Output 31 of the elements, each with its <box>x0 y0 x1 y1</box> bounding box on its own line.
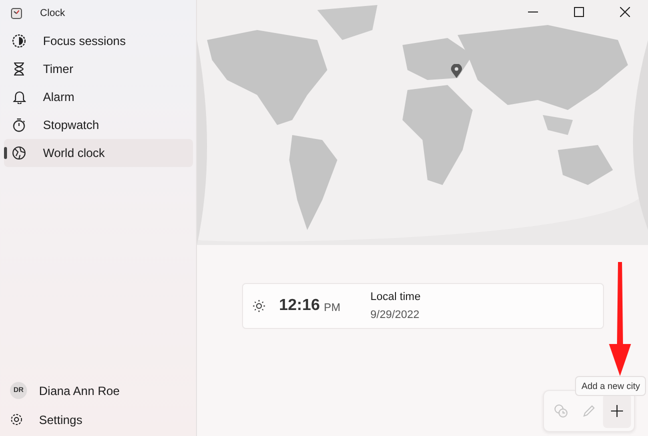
city-time: 12:16 <box>279 297 320 315</box>
settings-item[interactable]: Settings <box>0 405 196 434</box>
nav-item[interactable]: Focus sessions <box>4 27 193 55</box>
maximize-icon <box>574 7 584 17</box>
tooltip: Add a new city <box>575 376 646 396</box>
city-card[interactable]: 12:16 PM Local time 9/29/2022 <box>242 283 604 329</box>
location-pin-icon <box>451 64 462 78</box>
settings-icon <box>10 413 23 426</box>
add-city-button[interactable] <box>603 394 631 428</box>
minimize-icon <box>528 11 538 13</box>
stopwatch-icon <box>12 118 26 132</box>
globe-icon <box>12 146 26 160</box>
window-title: Clock <box>40 8 66 19</box>
bell-icon <box>12 90 26 104</box>
nav-item[interactable]: World clock <box>4 139 193 167</box>
sun-icon <box>253 300 265 312</box>
close-icon <box>620 7 630 17</box>
nav-item[interactable]: Stopwatch <box>4 111 193 139</box>
hourglass-icon <box>13 62 25 76</box>
plus-icon <box>611 405 623 417</box>
city-name: Local time <box>370 291 421 303</box>
pencil-icon <box>582 404 596 418</box>
nav-item[interactable]: Alarm <box>4 83 193 111</box>
clock-compare-icon <box>554 404 568 418</box>
time-period: PM <box>324 302 340 314</box>
app-icon <box>11 8 22 19</box>
selection-indicator <box>4 147 7 159</box>
focus-icon <box>12 34 26 48</box>
city-date: 9/29/2022 <box>370 309 420 321</box>
nav-item[interactable]: Timer <box>4 55 193 83</box>
account-name: Diana Ann Roe <box>39 384 120 398</box>
